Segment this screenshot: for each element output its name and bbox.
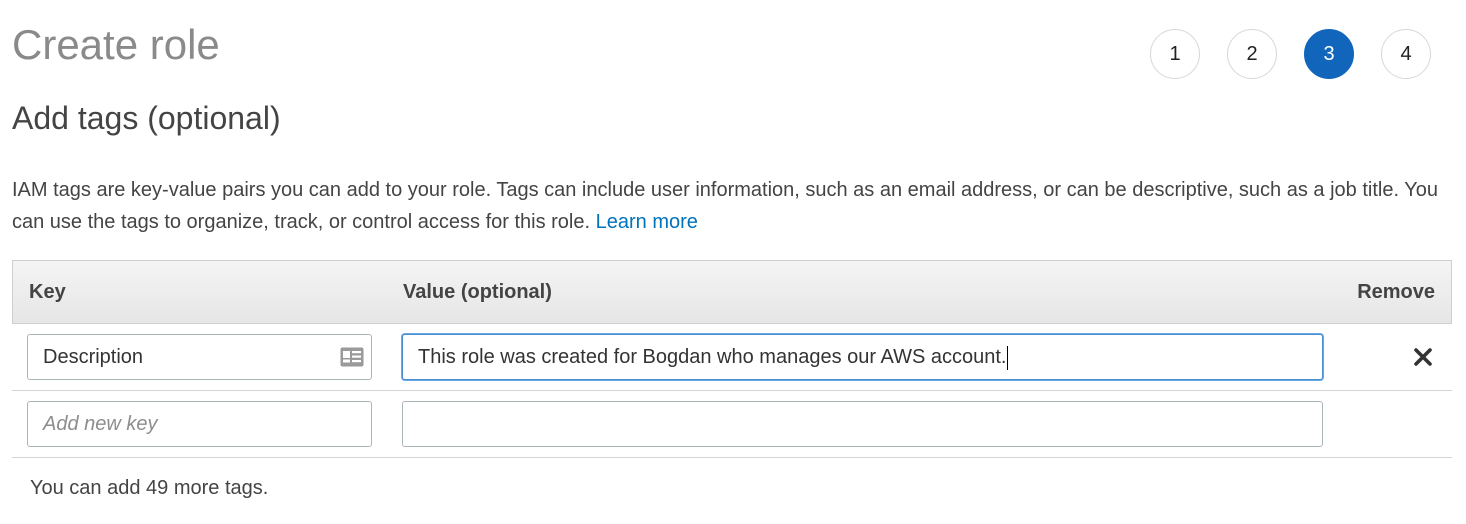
page-title: Create role: [12, 21, 220, 68]
tag-value-text: This role was created for Bogdan who man…: [418, 346, 1007, 368]
header-value: Value (optional): [403, 281, 552, 303]
remaining-tags-note: You can add 49 more tags.: [30, 477, 269, 499]
new-key-input[interactable]: Add new key: [27, 401, 372, 447]
wizard-steps: 1 2 3 4: [1150, 29, 1431, 79]
tag-row: Description This role was created for Bo…: [12, 324, 1452, 391]
step-4[interactable]: 4: [1381, 29, 1431, 79]
section-title: Add tags (optional): [12, 100, 281, 136]
tag-value-input[interactable]: This role was created for Bogdan who man…: [402, 334, 1323, 380]
tags-table: Key Value (optional) Remove Description …: [12, 260, 1452, 458]
text-caret: [1007, 345, 1009, 370]
header-key: Key: [29, 281, 66, 303]
step-1[interactable]: 1: [1150, 29, 1200, 79]
step-2[interactable]: 2: [1227, 29, 1277, 79]
contact-card-icon: [340, 347, 364, 367]
new-tag-row: Add new key: [12, 391, 1452, 458]
new-key-placeholder: Add new key: [43, 413, 158, 435]
description-text: IAM tags are key-value pairs you can add…: [12, 179, 1438, 233]
learn-more-link[interactable]: Learn more: [596, 211, 698, 233]
table-header: Key Value (optional) Remove: [12, 261, 1452, 324]
section-description: IAM tags are key-value pairs you can add…: [12, 174, 1452, 238]
tag-key-value: Description: [43, 346, 144, 368]
tag-key-input[interactable]: Description: [27, 334, 372, 380]
close-icon[interactable]: [1412, 346, 1434, 368]
new-value-input[interactable]: [402, 401, 1323, 447]
step-3-current[interactable]: 3: [1304, 29, 1354, 79]
create-role-page: Create role 1 2 3 4 Add tags (optional) …: [0, 0, 1466, 524]
header-remove: Remove: [1357, 281, 1435, 303]
